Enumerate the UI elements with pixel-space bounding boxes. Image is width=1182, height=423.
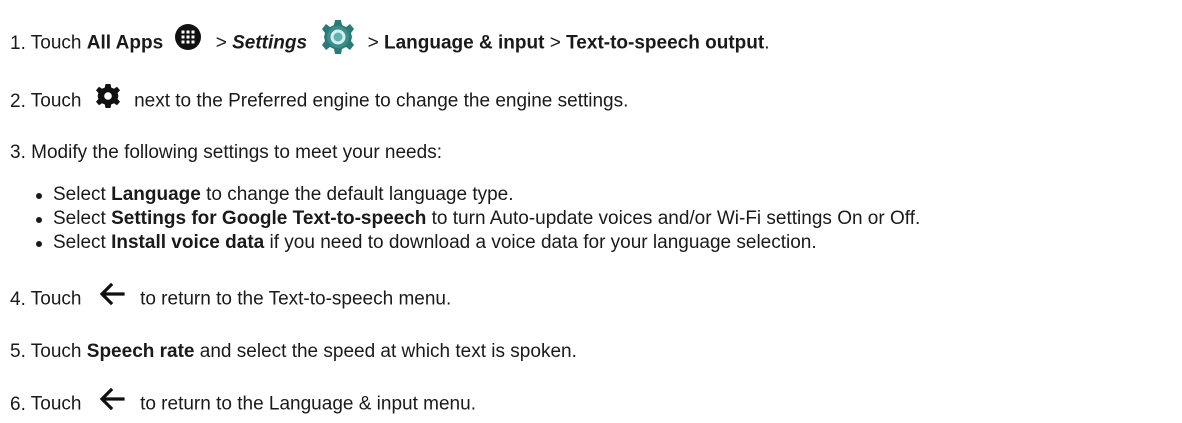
bullet-bold-text: Settings for Google Text-to-speech <box>111 208 427 229</box>
step-4: 4. Touch to return to the Text-to-speech… <box>10 282 452 314</box>
list-item: Select Install voice data if you need to… <box>36 231 920 255</box>
back-arrow-icon <box>99 387 125 417</box>
bullet-text: Select <box>53 232 106 253</box>
step-text: Modify the following settings to meet yo… <box>31 142 442 163</box>
bullet-text: Select <box>53 208 106 229</box>
step-text: Touch <box>30 341 82 362</box>
separator: > <box>549 32 561 54</box>
step-text: Touch <box>30 288 82 310</box>
bullet-text: Select <box>53 184 106 205</box>
step-number: 5. <box>10 341 26 362</box>
step-2: 2. Touch next to the Preferred engine to… <box>10 83 629 118</box>
step-text: to return to the Language & input menu. <box>140 393 476 415</box>
step-number: 3. <box>10 142 26 163</box>
speech-rate-label: Speech rate <box>86 341 195 362</box>
all-apps-icon <box>174 23 202 58</box>
list-item: Select Language to change the default la… <box>36 183 920 207</box>
bullet-text: to turn Auto-update voices and/or Wi-Fi … <box>431 208 921 229</box>
step-number: 6. <box>10 393 26 415</box>
bullet-text: if you need to download a voice data for… <box>269 232 817 253</box>
step-text: and select the speed at which text is sp… <box>199 341 577 362</box>
step-number: 1. <box>10 32 26 54</box>
separator: > <box>215 32 227 54</box>
all-apps-label: All Apps <box>86 32 164 54</box>
language-input-label: Language & input <box>384 32 545 54</box>
back-arrow-icon <box>99 282 125 312</box>
step-3: 3. Modify the following settings to meet… <box>10 141 442 165</box>
settings-label: Settings <box>232 32 308 54</box>
period: . <box>764 32 770 54</box>
settings-app-icon <box>320 19 356 62</box>
step-text: Touch <box>30 90 82 112</box>
step-text: to return to the Text-to-speech menu. <box>140 288 452 310</box>
list-item: Select Settings for Google Text-to-speec… <box>36 207 920 231</box>
bullet-bold-text: Language <box>111 184 201 205</box>
bullet-text: to change the default language type. <box>206 184 514 205</box>
separator: > <box>367 32 379 54</box>
settings-bullet-list: Select Language to change the default la… <box>36 183 920 255</box>
step-text: next to the Preferred engine to change t… <box>134 90 629 112</box>
step-text: Touch <box>30 393 82 415</box>
step-number: 2. <box>10 90 26 112</box>
bullet-bold-text: Install voice data <box>111 232 265 253</box>
tts-output-label: Text-to-speech output <box>566 32 765 54</box>
step-6: 6. Touch to return to the Language & inp… <box>10 387 476 419</box>
step-5: 5. Touch Speech rate and select the spee… <box>10 340 577 364</box>
step-text: Touch <box>30 32 82 54</box>
step-1: 1. Touch All Apps > Settings > Language … <box>10 19 770 65</box>
gear-icon <box>95 83 121 116</box>
step-number: 4. <box>10 288 26 310</box>
